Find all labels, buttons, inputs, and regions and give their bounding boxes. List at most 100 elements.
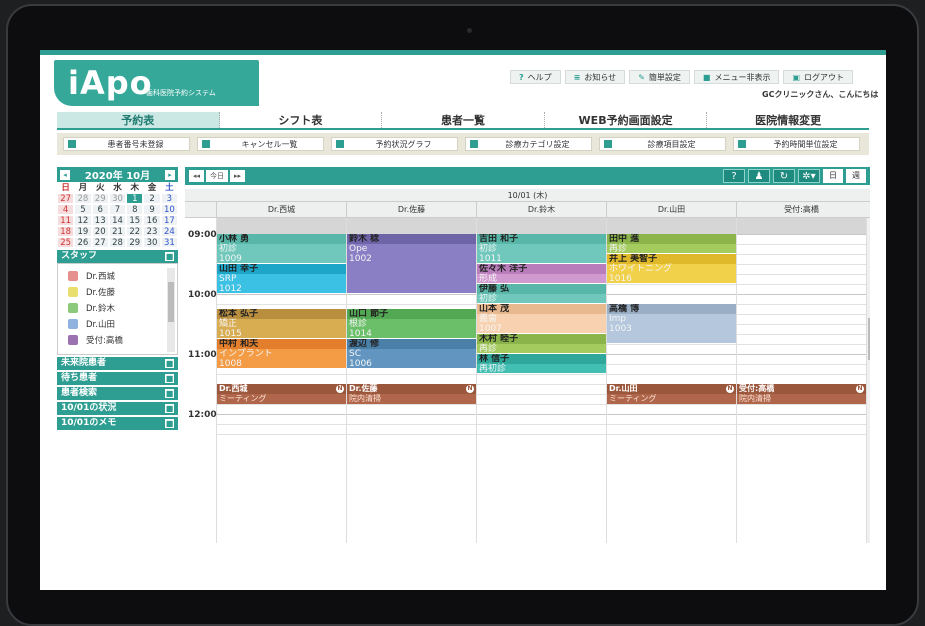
calendar-day[interactable]: 25 bbox=[57, 237, 75, 248]
calendar-day[interactable]: 22 bbox=[126, 226, 144, 237]
staff-list-scrollbar[interactable] bbox=[167, 268, 175, 352]
appointment[interactable]: 林 信子再初診1018 bbox=[477, 354, 606, 373]
today-button[interactable]: 今日 bbox=[206, 170, 229, 182]
sidebar-panel-header[interactable]: 未来院患者 ■ bbox=[57, 357, 178, 370]
calendar-day[interactable]: 30 bbox=[108, 193, 127, 204]
refresh-icon[interactable]: ↻ bbox=[773, 169, 795, 183]
sidebar-panel-header[interactable]: 10/01のメモ ■ bbox=[57, 417, 178, 430]
calendar-day[interactable]: 14 bbox=[108, 215, 127, 226]
calendar-day[interactable]: 23 bbox=[143, 226, 161, 237]
subtab-4[interactable]: 診療項目設定 bbox=[599, 137, 726, 151]
person-icon[interactable]: ♟ bbox=[748, 169, 770, 183]
appointment[interactable]: 小林 勇初診 1009 bbox=[217, 234, 346, 263]
help-icon[interactable]: ? bbox=[723, 169, 745, 183]
appointment[interactable]: 伊藤 弘初診1005 bbox=[477, 284, 606, 303]
calendar-day[interactable]: 27 bbox=[91, 237, 109, 248]
calendar-day[interactable]: 12 bbox=[74, 215, 92, 226]
staff-panel-header[interactable]: スタッフ ■ bbox=[57, 250, 178, 263]
calendar-day[interactable]: 6 bbox=[91, 204, 109, 215]
appointment[interactable]: 吉田 和子 初診 1011 bbox=[477, 234, 606, 263]
meeting-block[interactable]: Dr.西城 N ミーティング bbox=[217, 384, 346, 404]
calendar-day[interactable]: 16 bbox=[143, 215, 161, 226]
appointment[interactable]: 井上 美智子 ホワイトニング 1016 bbox=[607, 254, 736, 283]
calendar-day[interactable]: 21 bbox=[108, 226, 127, 237]
expand-icon[interactable]: ■ bbox=[165, 404, 174, 413]
appointment[interactable]: 中村 和夫 インプラント 1008 bbox=[217, 339, 346, 368]
calendar-day[interactable]: 31 bbox=[160, 237, 178, 248]
subtab-2[interactable]: 予約状況グラフ bbox=[331, 137, 458, 151]
expand-icon[interactable]: ■ bbox=[165, 359, 174, 368]
tab-2[interactable]: 患者一覧 bbox=[382, 112, 545, 128]
meeting-block[interactable]: Dr.山田 N ミーティング bbox=[607, 384, 736, 404]
meeting-block[interactable]: Dr.佐藤 N 院内清掃 bbox=[347, 384, 476, 404]
tab-4[interactable]: 医院情報変更 bbox=[707, 112, 869, 128]
calendar-day[interactable]: 13 bbox=[91, 215, 109, 226]
appointment[interactable]: 渡辺 修 SC 1006 bbox=[347, 339, 476, 368]
tab-0[interactable]: 予約表 bbox=[57, 112, 220, 128]
sidebar-panel-header[interactable]: 待ち患者 ■ bbox=[57, 372, 178, 385]
appointment[interactable]: 佐々木 洋子形成1013 bbox=[477, 264, 606, 283]
expand-icon[interactable]: ■ bbox=[165, 419, 174, 428]
calendar-day[interactable]: 9 bbox=[143, 204, 161, 215]
calendar-day[interactable]: 8 bbox=[126, 204, 144, 215]
subtab-1[interactable]: キャンセル一覧 bbox=[197, 137, 324, 151]
tab-1[interactable]: シフト表 bbox=[220, 112, 383, 128]
header-link-wrench[interactable]: ✎ 簡単設定 bbox=[629, 70, 690, 84]
calendar-day[interactable]: 24 bbox=[160, 226, 178, 237]
calendar-day[interactable]: 15 bbox=[126, 215, 144, 226]
day-view-button[interactable]: 日 bbox=[823, 169, 843, 183]
subtab-0[interactable]: 患者番号未登録 bbox=[63, 137, 190, 151]
calendar-day[interactable]: 11 bbox=[57, 215, 75, 226]
staff-item[interactable]: Dr.西城 bbox=[68, 268, 177, 284]
calendar-day[interactable]: 28 bbox=[108, 237, 127, 248]
meeting-block[interactable]: 受付:高橋 N 院内清掃 bbox=[737, 384, 866, 404]
header-link-list[interactable]: ≡ お知らせ bbox=[564, 70, 626, 84]
header-link-logout[interactable]: ▣ ログアウト bbox=[783, 70, 854, 84]
sidebar-panel-header[interactable]: 10/01の状況 ■ bbox=[57, 402, 178, 415]
subtab-5[interactable]: 予約時間単位設定 bbox=[733, 137, 860, 151]
calendar-day[interactable]: 27 bbox=[57, 193, 75, 204]
appointment[interactable]: 山本 茂義歯 1007 bbox=[477, 304, 606, 333]
gear-icon[interactable]: ✲▾ bbox=[798, 169, 820, 183]
header-link-question[interactable]: ? ヘルプ bbox=[510, 70, 561, 84]
calendar-day[interactable]: 5 bbox=[74, 204, 92, 215]
calendar-day[interactable]: 30 bbox=[143, 237, 161, 248]
appointment[interactable]: 鈴木 稔 Ope 1002 bbox=[347, 234, 476, 293]
calendar-next-button[interactable]: ▸ bbox=[164, 169, 175, 180]
calendar-day[interactable]: 18 bbox=[57, 226, 75, 237]
calendar-prev-button[interactable]: ◂ bbox=[60, 169, 70, 180]
schedule-scrollbar[interactable] bbox=[867, 218, 870, 543]
appointment[interactable]: 田中 進再診1004 bbox=[607, 234, 736, 253]
appointment[interactable]: 高橋 博 Imp 1003 bbox=[607, 304, 736, 343]
staff-item[interactable]: 受付:高橋 bbox=[68, 332, 177, 348]
calendar-day[interactable]: 29 bbox=[126, 237, 144, 248]
calendar-day[interactable]: 17 bbox=[160, 215, 178, 226]
staff-item[interactable]: Dr.佐藤 bbox=[68, 284, 177, 300]
app-logo[interactable]: iApo 歯科医院予約システム bbox=[54, 60, 259, 106]
prev-week-button[interactable]: ◂◂ bbox=[189, 170, 205, 182]
calendar-day[interactable]: 20 bbox=[91, 226, 109, 237]
subtab-3[interactable]: 診療カテゴリ設定 bbox=[465, 137, 592, 151]
collapse-icon[interactable]: ■ bbox=[165, 252, 174, 261]
sidebar-panel-header[interactable]: 患者検索 ■ bbox=[57, 387, 178, 400]
expand-icon[interactable]: ■ bbox=[165, 374, 174, 383]
tab-3[interactable]: WEB予約画面設定 bbox=[545, 112, 708, 128]
staff-item[interactable]: Dr.鈴木 bbox=[68, 300, 177, 316]
calendar-day[interactable]: 19 bbox=[74, 226, 92, 237]
calendar-day[interactable]: 26 bbox=[74, 237, 92, 248]
appointment[interactable]: 木村 睦子再診1017 bbox=[477, 334, 606, 353]
appointment[interactable]: 山田 幸子 SRP 1012 bbox=[217, 264, 346, 293]
appointment[interactable]: 松本 弘子 矯正 1015 bbox=[217, 309, 346, 338]
calendar-day[interactable]: 1 bbox=[126, 193, 144, 204]
staff-item[interactable]: Dr.山田 bbox=[68, 316, 177, 332]
calendar-day[interactable]: 3 bbox=[160, 193, 178, 204]
week-view-button[interactable]: 週 bbox=[846, 169, 866, 183]
calendar-day[interactable]: 4 bbox=[57, 204, 75, 215]
calendar-day[interactable]: 10 bbox=[160, 204, 178, 215]
calendar-day[interactable]: 2 bbox=[143, 193, 161, 204]
next-week-button[interactable]: ▸▸ bbox=[230, 170, 246, 182]
calendar-day[interactable]: 29 bbox=[91, 193, 109, 204]
header-link-menu-toggle[interactable]: ■ メニュー非表示 bbox=[693, 70, 780, 84]
calendar-day[interactable]: 28 bbox=[74, 193, 92, 204]
calendar-day[interactable]: 7 bbox=[108, 204, 127, 215]
